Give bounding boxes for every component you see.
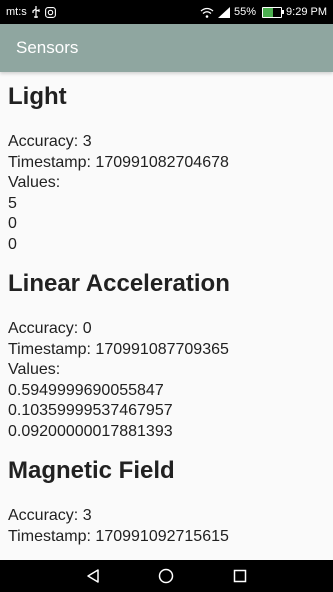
sensor-value: 5 (8, 194, 17, 212)
sensor-timestamp: Timestamp: 170991092715615 (8, 527, 229, 545)
battery-level-fill (263, 7, 273, 17)
sensor-card-magnetic-field: Magnetic Field Accuracy: 3 Timestamp: 17… (8, 456, 325, 547)
sensor-list[interactable]: Light Accuracy: 3 Timestamp: 17099108270… (0, 72, 333, 560)
sensor-name: Light (8, 83, 67, 110)
sensor-values-label: Values: (8, 174, 61, 191)
sensor-timestamp: Timestamp: 170991087709365 (8, 340, 229, 358)
status-bar-left: mt:s (6, 6, 56, 18)
sensor-values-label: Values: (8, 361, 61, 378)
sensor-name: Linear Acceleration (8, 270, 230, 297)
app-title: Sensors (16, 38, 79, 57)
status-bar: mt:s 55% 9:29 PM (0, 0, 333, 24)
sensor-value: 0.10359999537467957 (8, 402, 173, 419)
signal-icon (218, 6, 230, 18)
battery-icon (262, 6, 285, 18)
back-icon[interactable] (79, 562, 107, 590)
usb-icon (31, 6, 41, 18)
sensor-card-linear-acceleration: Linear Acceleration Accuracy: 0 Timestam… (8, 269, 325, 442)
sensor-value: 0.5949999690055847 (8, 381, 164, 399)
sensor-value: 0.09200000017881393 (8, 422, 173, 440)
sensor-name: Magnetic Field (8, 457, 175, 484)
carrier-label: mt:s (6, 6, 27, 18)
app-bar: Sensors (0, 24, 333, 72)
battery-tip (282, 9, 285, 14)
status-time: 9:29 PM (286, 6, 327, 18)
status-bar-right: 55% 9:29 PM (200, 6, 327, 18)
navigation-bar (0, 560, 333, 592)
battery-percent: 55% (234, 6, 257, 18)
sensor-accuracy: Accuracy: 3 (8, 133, 92, 150)
wifi-icon (200, 7, 214, 18)
sensor-value: 0 (8, 235, 17, 253)
sensor-accuracy: Accuracy: 0 (8, 320, 92, 337)
sensor-timestamp: Timestamp: 170991082704678 (8, 153, 229, 171)
sensor-value: 0 (8, 215, 17, 232)
instagram-icon (44, 6, 56, 18)
sensor-accuracy: Accuracy: 3 (8, 507, 92, 524)
recents-icon[interactable] (226, 562, 254, 590)
home-icon[interactable] (152, 562, 180, 590)
sensor-card-light: Light Accuracy: 3 Timestamp: 17099108270… (8, 82, 325, 255)
